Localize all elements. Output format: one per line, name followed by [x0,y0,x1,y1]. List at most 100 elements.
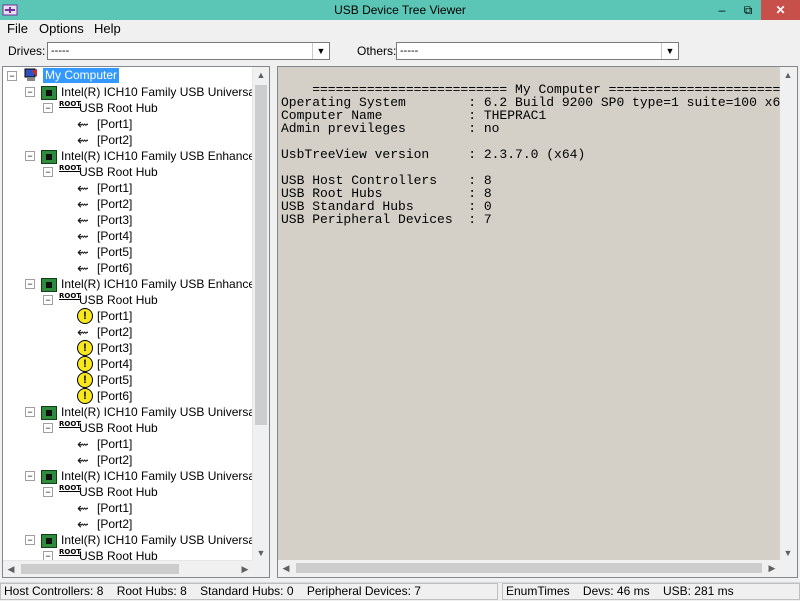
tree-node-port[interactable]: ⇜ [Port2] [3,452,253,468]
tree-node-port[interactable]: ⇜ [Port1] [3,180,253,196]
collapse-toggle-icon[interactable]: − [43,103,53,113]
usb-controller-icon [41,404,57,420]
warning-icon: ! [77,388,93,404]
tree-node-label: [Port2] [97,517,133,531]
scroll-right-icon[interactable]: ▶ [237,561,253,577]
tree-node-port[interactable]: ! [Port1] [3,308,253,324]
warning-icon: ! [77,340,93,356]
usb-port-icon: ⇜ [77,212,89,228]
tree-node-port[interactable]: ⇜ [Port2] [3,324,253,340]
collapse-toggle-icon[interactable]: − [25,279,35,289]
collapse-toggle-icon[interactable]: − [7,71,17,81]
tree-node-controller[interactable]: − Intel(R) ICH10 Family USB Universal Hos [3,84,269,100]
tree-node-port[interactable]: ⇜ [Port2] [3,132,253,148]
scroll-up-icon[interactable]: ▲ [780,67,796,83]
tree-horizontal-scrollbar[interactable]: ◀ ▶ [3,560,253,577]
scroll-down-icon[interactable]: ▼ [253,545,269,561]
collapse-toggle-icon[interactable]: − [25,407,35,417]
menu-file[interactable]: File [7,21,28,36]
tree-node-label: Intel(R) ICH10 Family USB Universal Hos [61,85,270,99]
tree-node-controller[interactable]: − Intel(R) ICH10 Family USB Enhanced Ho [3,148,269,164]
minimize-button[interactable]: – [709,0,735,20]
tree-node-port[interactable]: ⇜ [Port1] [3,116,253,132]
tree-node-port[interactable]: ⇜ [Port5] [3,244,253,260]
status-devs: Devs: 46 ms [582,584,650,598]
info-horizontal-scrollbar[interactable]: ◀ ▶ [278,560,780,577]
tree-node-port[interactable]: ! [Port4] [3,356,253,372]
tree-node-label: USB Root Hub [79,165,158,179]
scroll-down-icon[interactable]: ▼ [780,545,796,561]
collapse-toggle-icon[interactable]: − [25,471,35,481]
chevron-down-icon[interactable]: ▼ [661,43,678,59]
drives-select[interactable]: ----- ▼ [47,42,330,60]
collapse-toggle-icon[interactable]: − [43,487,53,497]
usb-port-icon: ⇜ [77,516,89,532]
collapse-toggle-icon[interactable]: − [25,87,35,97]
tree-node-controller[interactable]: − Intel(R) ICH10 Family USB Universal Hos [3,404,269,420]
tree-node-label: [Port6] [97,261,133,275]
tree-node-port[interactable]: ! [Port3] [3,340,253,356]
menu-help[interactable]: Help [94,21,121,36]
scroll-up-icon[interactable]: ▲ [253,67,269,83]
tree-node-label: [Port1] [97,501,133,515]
scroll-thumb[interactable] [296,563,762,573]
tree-node-label: [Port5] [97,373,133,387]
tree-node-port[interactable]: ⇜ [Port1] [3,436,253,452]
scroll-thumb[interactable] [21,564,179,574]
tree-node-root-hub[interactable]: − ROOT USB Root Hub [3,484,253,500]
tree-node-root-hub[interactable]: − ROOT USB Root Hub [3,164,253,180]
usb-controller-icon [41,84,57,100]
collapse-toggle-icon[interactable]: − [25,535,35,545]
usb-port-icon: ⇜ [77,452,89,468]
tree-node-port[interactable]: ⇜ [Port4] [3,228,253,244]
close-button[interactable]: ✕ [761,0,800,20]
drives-label: Drives: [8,44,46,58]
tree-node-root-hub[interactable]: − ROOT USB Root Hub [3,100,253,116]
chevron-down-icon[interactable]: ▼ [312,43,329,59]
tree-node-port[interactable]: ⇜ [Port2] [3,516,253,532]
collapse-toggle-icon[interactable]: − [43,167,53,177]
menu-options[interactable]: Options [39,21,84,36]
tree-node-label: My Computer [43,68,120,83]
tree-node-label: Intel(R) ICH10 Family USB Universal Hos [61,533,270,547]
tree-node-port[interactable]: ! [Port6] [3,388,253,404]
root-hub-icon-label: ROOT [59,100,82,108]
tree-node-port[interactable]: ! [Port5] [3,372,253,388]
scroll-left-icon[interactable]: ◀ [3,561,19,577]
collapse-toggle-icon[interactable]: − [25,151,35,161]
scroll-corner [780,560,797,577]
scroll-right-icon[interactable]: ▶ [764,560,780,576]
scroll-thumb[interactable] [255,85,267,425]
tree-node-controller[interactable]: − Intel(R) ICH10 Family USB Universal Hos [3,532,269,548]
maximize-button[interactable]: ⧉ [735,0,761,20]
collapse-toggle-icon[interactable]: − [43,295,53,305]
tree-node-controller[interactable]: − Intel(R) ICH10 Family USB Universal Hos [3,468,269,484]
device-tree[interactable]: − My Computer − Intel(R) ICH10 Family USB U… [2,66,270,578]
others-select[interactable]: ----- ▼ [396,42,679,60]
usb-port-icon: ⇜ [77,324,89,340]
tree-node-label: [Port2] [97,325,133,339]
tree-node-port[interactable]: ⇜ [Port6] [3,260,253,276]
tree-vertical-scrollbar[interactable]: ▲ ▼ [252,67,269,561]
status-counts: Host Controllers: 8 Root Hubs: 8 Standar… [0,583,498,600]
usb-port-icon: ⇜ [77,132,89,148]
tree-node-controller[interactable]: − Intel(R) ICH10 Family USB Enhanced Ho [3,276,269,292]
usb-port-icon: ⇜ [77,500,89,516]
scroll-left-icon[interactable]: ◀ [278,560,294,576]
tree-node-port[interactable]: ⇜ [Port1] [3,500,253,516]
tree-node-label: [Port2] [97,133,133,147]
root-hub-icon-label: ROOT [59,164,82,172]
tree-node-port[interactable]: ⇜ [Port2] [3,196,253,212]
usb-controller-icon [41,468,57,484]
usb-port-icon: ⇜ [77,116,89,132]
info-pane: ========================= My Computer ==… [277,66,798,578]
collapse-toggle-icon[interactable]: − [43,423,53,433]
usb-port-icon: ⇜ [77,436,89,452]
tree-node-root-hub[interactable]: − ROOT USB Root Hub [3,420,253,436]
info-vertical-scrollbar[interactable]: ▲ ▼ [780,67,797,561]
tree-node-port[interactable]: ⇜ [Port3] [3,212,253,228]
tree-node-root-hub[interactable]: − ROOT USB Root Hub [3,292,253,308]
tree-node-label: USB Root Hub [79,101,158,115]
tree-node-my-computer[interactable]: − My Computer [3,68,253,84]
root-hub-icon: ROOT [59,420,81,436]
